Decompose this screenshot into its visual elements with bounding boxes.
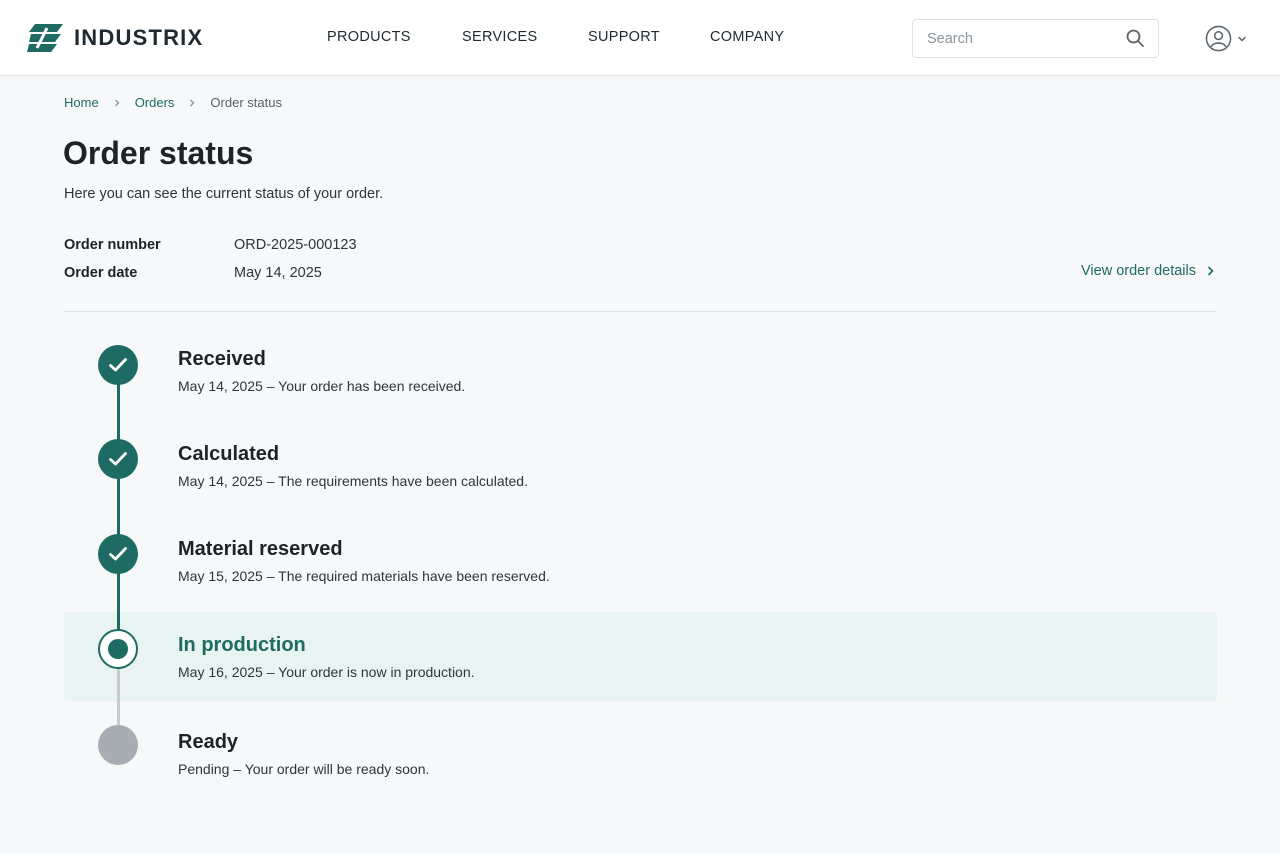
order-number-label: Order number bbox=[64, 237, 161, 253]
step-complete-marker bbox=[98, 439, 138, 479]
step-title-material-reserved: Material reserved bbox=[178, 538, 343, 560]
checkmark-icon bbox=[109, 358, 127, 372]
step-current-marker bbox=[98, 629, 138, 669]
breadcrumb-orders[interactable]: Orders bbox=[135, 95, 175, 110]
step-title-received: Received bbox=[178, 348, 266, 370]
breadcrumb-home[interactable]: Home bbox=[64, 95, 99, 110]
nav-item-services[interactable]: SERVICES bbox=[462, 29, 537, 45]
nav-item-products[interactable]: PRODUCTS bbox=[327, 29, 411, 45]
page-title: Order status bbox=[63, 135, 254, 171]
search-box bbox=[912, 19, 1159, 58]
step-description-calculated: May 14, 2025 – The requirements have bee… bbox=[178, 473, 528, 489]
search-icon[interactable] bbox=[1125, 28, 1145, 48]
brand-logo[interactable]: INDUSTRIX bbox=[27, 24, 203, 52]
section-divider bbox=[64, 311, 1217, 312]
step-title-ready: Ready bbox=[178, 731, 239, 753]
chevron-right-icon bbox=[114, 99, 120, 106]
chevron-down-icon bbox=[1238, 36, 1246, 42]
current-dot-icon bbox=[108, 639, 128, 659]
step-description-ready: Pending – Your order will be ready soon. bbox=[178, 761, 430, 777]
top-header: INDUSTRIX PRODUCTS SERVICES SUPPORT COMP… bbox=[0, 0, 1280, 76]
timeline-connector bbox=[117, 573, 120, 630]
nav-item-company[interactable]: COMPANY bbox=[710, 29, 784, 45]
industrix-logo-icon bbox=[27, 24, 63, 52]
user-menu[interactable] bbox=[1205, 25, 1248, 52]
step-pending-marker bbox=[98, 725, 138, 765]
order-date-label: Order date bbox=[64, 265, 138, 281]
page-subtitle: Here you can see the current status of y… bbox=[64, 186, 384, 202]
step-description-material-reserved: May 15, 2025 – The required materials ha… bbox=[178, 568, 550, 584]
step-complete-marker bbox=[98, 345, 138, 385]
order-number-value: ORD-2025-000123 bbox=[234, 237, 357, 253]
breadcrumb-current: Order status bbox=[210, 95, 282, 110]
view-order-details-link[interactable]: View order details bbox=[1081, 263, 1217, 279]
view-order-details-label: View order details bbox=[1081, 263, 1196, 279]
step-title-calculated: Calculated bbox=[178, 443, 280, 465]
checkmark-icon bbox=[109, 547, 127, 561]
user-circle-icon bbox=[1205, 25, 1232, 52]
search-input[interactable] bbox=[927, 30, 1117, 48]
step-description-in-production: May 16, 2025 – Your order is now in prod… bbox=[178, 664, 475, 680]
breadcrumb: Home Orders Order status bbox=[64, 95, 282, 110]
chevron-right-icon bbox=[1208, 266, 1214, 276]
brand-name: INDUSTRIX bbox=[74, 25, 204, 50]
checkmark-icon bbox=[109, 452, 127, 466]
step-title-in-production: In production bbox=[178, 634, 306, 656]
chevron-right-icon bbox=[190, 99, 195, 106]
timeline-connector bbox=[117, 668, 120, 726]
step-complete-marker bbox=[98, 534, 138, 574]
order-date-value: May 14, 2025 bbox=[234, 265, 322, 281]
nav-item-support[interactable]: SUPPORT bbox=[588, 29, 660, 45]
step-description-received: May 14, 2025 – Your order has been recei… bbox=[178, 378, 466, 394]
